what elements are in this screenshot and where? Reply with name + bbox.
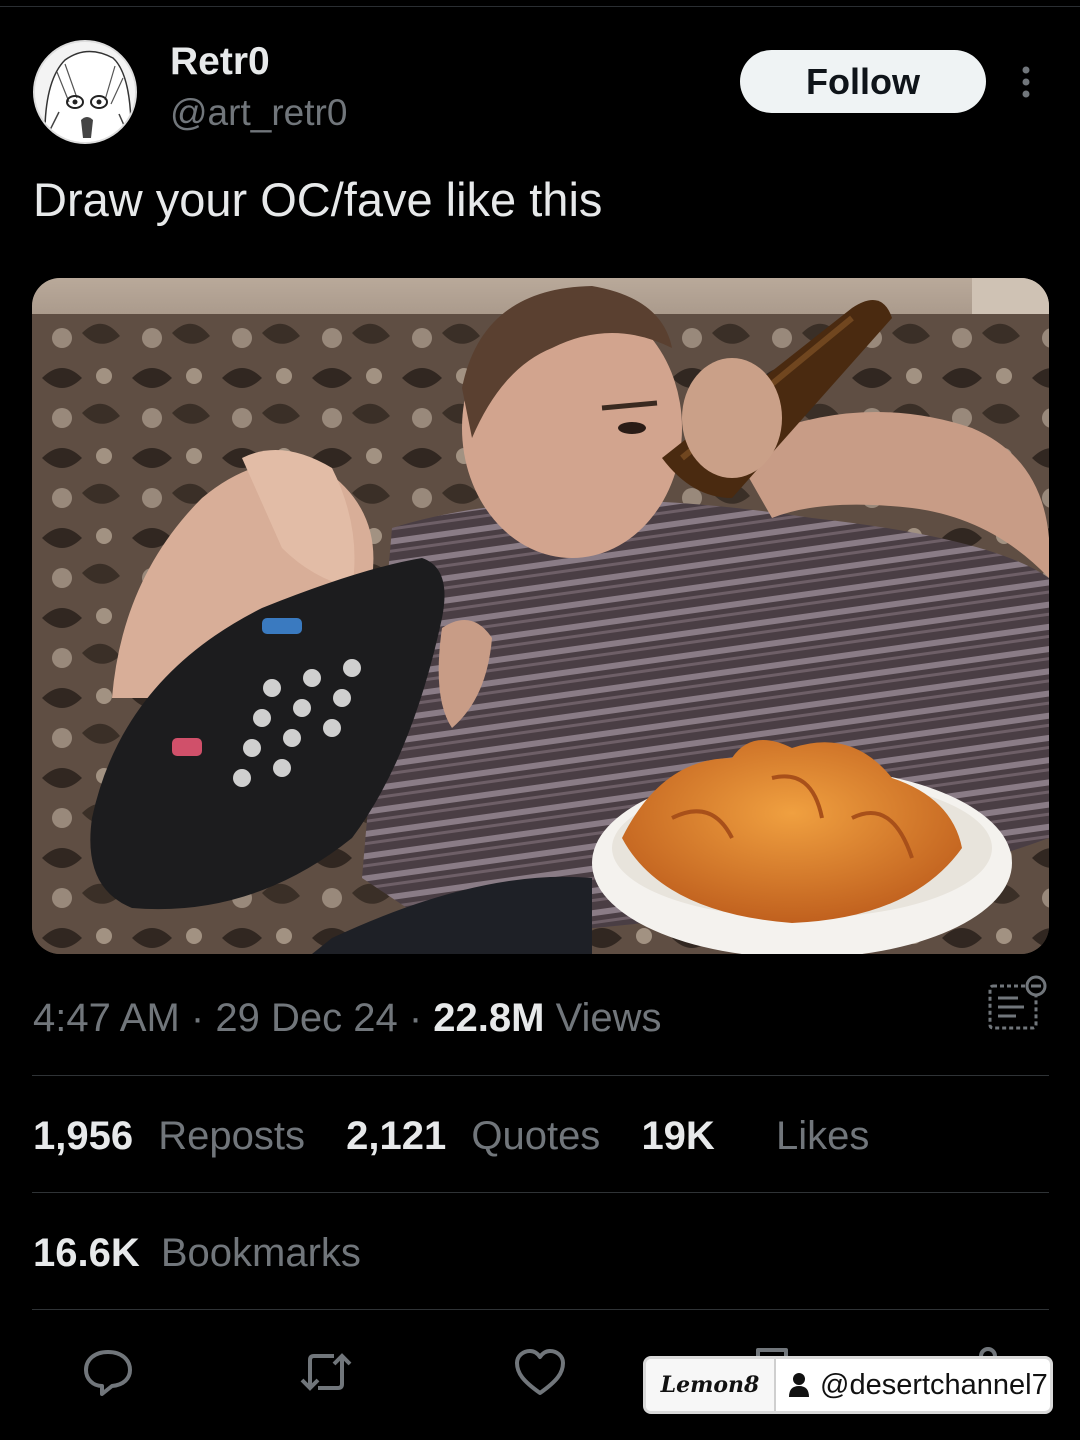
lemon8-logo: Lemon8 <box>646 1359 776 1411</box>
reposts-label: Reposts <box>158 1114 305 1158</box>
bookmarks-label: Bookmarks <box>160 1231 361 1275</box>
author-avatar[interactable] <box>33 40 137 144</box>
bookmarks-stat[interactable]: 16.6K Bookmarks <box>33 1231 361 1276</box>
reposts-count: 1,956 <box>33 1114 134 1158</box>
reply-icon[interactable] <box>80 1344 136 1400</box>
analytics-icon[interactable] <box>984 972 1050 1034</box>
divider-2 <box>32 1192 1049 1193</box>
divider-1 <box>32 1075 1049 1076</box>
views-count: 22.8M <box>433 996 545 1040</box>
tweet-media-image[interactable] <box>32 278 1049 954</box>
user-icon <box>789 1373 809 1397</box>
meta-separator-2: · <box>408 996 423 1040</box>
author-display-name[interactable]: Retr0 <box>170 40 270 84</box>
meta-separator: · <box>190 996 205 1040</box>
top-divider <box>0 6 1080 7</box>
quotes-label: Quotes <box>471 1114 601 1158</box>
tweet-text: Draw your OC/fave like this <box>33 173 603 226</box>
author-handle[interactable]: @art_retr0 <box>170 92 347 134</box>
heart-icon[interactable] <box>512 1344 568 1400</box>
likes-label: Likes <box>775 1114 870 1158</box>
divider-3 <box>32 1309 1049 1310</box>
tweet-date[interactable]: 29 Dec 24 <box>215 996 397 1040</box>
tweet-meta: 4:47 AM · 29 Dec 24 · 22.8M Views <box>33 996 662 1041</box>
watermark-username: @desertchannel7 <box>820 1368 1048 1401</box>
repost-icon[interactable] <box>298 1344 354 1400</box>
watermark-user: @desertchannel7 <box>776 1359 1050 1411</box>
quotes-stat[interactable]: 2,121 Quotes <box>346 1114 600 1159</box>
more-vertical-icon[interactable] <box>1008 60 1044 104</box>
likes-count: 19K <box>641 1114 715 1158</box>
quotes-count: 2,121 <box>346 1114 447 1158</box>
engagement-stats: 1,956 Reposts 2,121 Quotes 19K Likes <box>33 1114 869 1159</box>
tweet-detail-page: Retr0 @art_retr0 Follow Draw your OC/fav… <box>0 0 1080 1440</box>
reposts-stat[interactable]: 1,956 Reposts <box>33 1114 305 1159</box>
bookmarks-count: 16.6K <box>33 1231 140 1275</box>
likes-stat[interactable]: 19K Likes <box>641 1114 869 1159</box>
views-label: Views <box>555 996 662 1040</box>
lemon8-watermark: Lemon8 @desertchannel7 <box>643 1356 1053 1414</box>
follow-button[interactable]: Follow <box>740 50 986 113</box>
tweet-time[interactable]: 4:47 AM <box>33 996 180 1040</box>
